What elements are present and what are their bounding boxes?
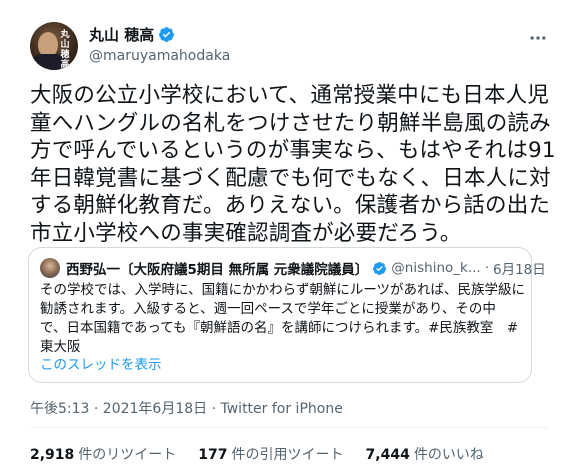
retweets-stat[interactable]: 2,918 件のリツイート [30,444,176,464]
tweet-line: 方で呼んでいるというのが事実なら、もはやそれは91 [30,138,556,164]
quoted-tweet[interactable]: 西野弘一〔大阪府議5期目 無所属 元衆議院議員〕 @nishino_k... ·… [28,247,546,383]
quoted-display-name: 西野弘一〔大阪府議5期目 無所属 元衆議院議員〕 [66,262,369,278]
tweet-line: する朝鮮化教育だ。ありえない。保護者から話の出た [30,193,551,219]
tweet-header: 丸山穂高 丸山 穂高 @maruyamahodaka [30,20,550,72]
tweet-line: 年日韓覚書に基づく配慮でも何でもなく、日本人に対 [30,165,551,191]
show-thread-link[interactable]: このスレッドを表示 [40,353,162,373]
quoted-tweet-header: 西野弘一〔大阪府議5期目 無所属 元衆議院議員〕 @nishino_k... ·… [40,258,546,278]
retweets-label: 件のリツイート [78,447,177,463]
divider [30,427,548,428]
avatar-lettering: 丸山穂高 [60,30,70,70]
retweets-count: 2,918 [30,447,75,463]
more-options-icon[interactable] [528,28,548,48]
quoted-handle: @nishino_k... [391,260,481,276]
engagement-stats: 2,918 件のリツイート 177 件の引用ツイート 7,444 件のいいね [30,444,484,464]
quoted-line: その学校では、入学時に、国籍にかかわらず朝鮮にルーツがあれば、民族学級に [40,282,526,298]
verified-badge-icon [159,26,175,42]
quoted-avatar [40,258,60,278]
display-name-row: 丸山 穂高 [89,24,230,44]
quoted-line: で、日本国籍であっても『朝鮮語の名』を講師につけられます。#民族教室 # [40,320,519,336]
quotes-count: 177 [198,447,228,463]
quoted-separator: · [484,260,489,276]
quoted-text: その学校では、入学時に、国籍にかかわらず朝鮮にルーツがあれば、民族学級に 勧誘さ… [40,281,526,357]
verified-badge-icon [373,261,387,275]
tweet-line: 大阪の公立小学校において、通常授業中にも日本人児 [30,83,550,108]
tweet-card: 丸山穂高 丸山 穂高 @maruyamahodaka 大阪の公立小学校において、… [0,0,564,476]
tweet-text: 大阪の公立小学校において、通常授業中にも日本人児 童へハングルの名札をつけさせた… [30,82,556,248]
tweet-line: 童へハングルの名札をつけさせたり朝鮮半島風の読み [30,110,551,136]
tweet-timestamp[interactable]: 午後5:13 · 2021年6月18日 · Twitter for iPhone [30,398,343,418]
display-name[interactable]: 丸山 穂高 [89,24,154,45]
quotes-label: 件の引用ツイート [231,447,344,463]
likes-stat[interactable]: 7,444 件のいいね [366,444,484,464]
author-names: 丸山 穂高 @maruyamahodaka [89,24,230,65]
quotes-stat[interactable]: 177 件の引用ツイート [198,444,343,464]
avatar[interactable]: 丸山穂高 [30,22,78,70]
tweet-line: 市立小学校への事実確認調査が必要だろう。 [30,220,462,246]
author-handle[interactable]: @maruyamahodaka [89,48,230,64]
quoted-date: 6月18日 [493,262,546,278]
likes-label: 件のいいね [413,447,484,463]
quoted-line: 勧誘されます。入級すると、週一回ペースで学年ごとに授業があり、その中 [40,301,496,317]
likes-count: 7,444 [365,447,410,463]
